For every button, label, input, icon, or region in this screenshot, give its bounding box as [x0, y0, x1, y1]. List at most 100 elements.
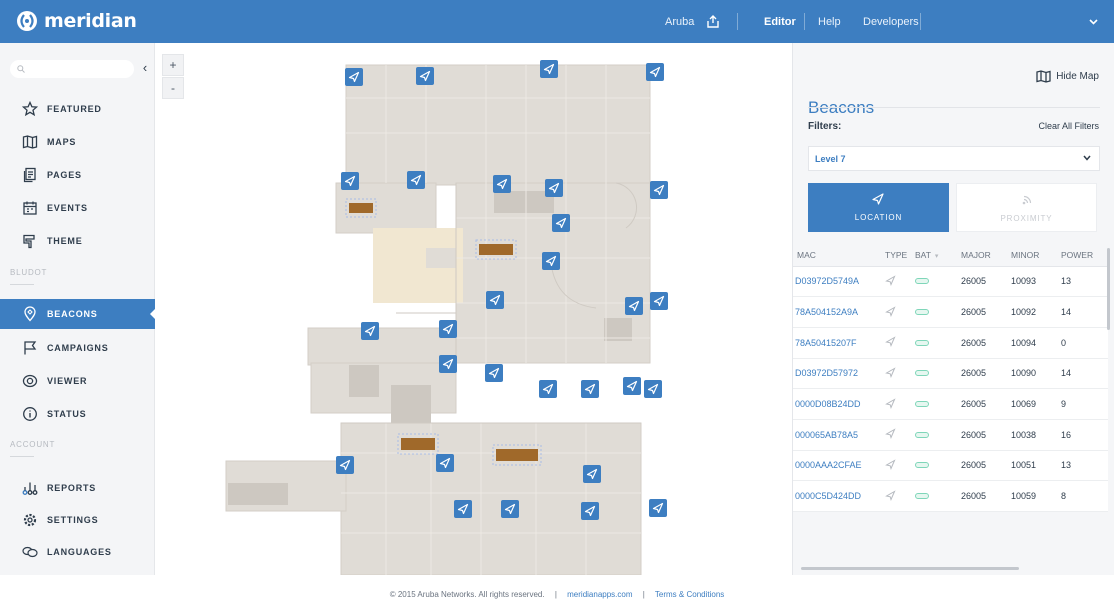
column-header-type[interactable]: TYPE — [881, 245, 911, 267]
cell-mac[interactable]: 78A504152A9A — [793, 296, 881, 328]
collapse-sidebar-button[interactable]: ‹ — [139, 59, 151, 77]
beacon-marker[interactable] — [552, 214, 570, 232]
beacon-marker[interactable] — [650, 292, 668, 310]
beacon-marker[interactable] — [545, 179, 563, 197]
cell-bat — [911, 358, 957, 390]
sidebar-item-pages[interactable]: PAGES — [0, 160, 155, 190]
beacon-marker[interactable] — [540, 60, 558, 78]
cell-mac[interactable]: 000065AB78A5 — [793, 419, 881, 451]
cell-minor: 10093 — [1007, 266, 1057, 298]
beacon-marker[interactable] — [436, 454, 454, 472]
table-row[interactable]: 78A504152A9A 26005 10092 14 — [793, 296, 1108, 328]
sidebar-item-languages[interactable]: LANGUAGES — [0, 537, 155, 567]
beacon-marker[interactable] — [416, 67, 434, 85]
terms-link[interactable]: Terms & Conditions — [655, 590, 724, 599]
sidebar-item-beacons[interactable]: BEACONS — [0, 299, 156, 329]
beacon-marker[interactable] — [439, 355, 457, 373]
column-header-major[interactable]: MAJOR — [957, 245, 1007, 267]
table-row[interactable]: D03972D5749A 26005 10093 13 — [793, 266, 1108, 298]
level-select[interactable]: Level 7 — [808, 146, 1100, 171]
cell-major: 26005 — [957, 358, 1007, 390]
beacon-marker[interactable] — [341, 172, 359, 190]
sidebar-item-label: THEME — [47, 236, 83, 246]
location-toggle[interactable]: LOCATION — [808, 183, 949, 232]
beacon-marker[interactable] — [649, 499, 667, 517]
beacon-marker[interactable] — [644, 380, 662, 398]
logo[interactable]: meridian — [16, 10, 137, 32]
cell-power: 14 — [1057, 296, 1108, 328]
beacon-marker[interactable] — [361, 322, 379, 340]
column-header-power[interactable]: POWER — [1057, 245, 1108, 267]
cell-major: 26005 — [957, 327, 1007, 359]
cell-mac[interactable]: D03972D57972 — [793, 358, 881, 390]
panel-title: Beacons — [808, 98, 875, 117]
sidebar-item-label: REPORTS — [47, 483, 97, 493]
table-row[interactable]: 0000AAA2CFAE 26005 10051 13 — [793, 450, 1108, 482]
chevron-down-icon[interactable] — [1089, 0, 1098, 43]
beacon-marker[interactable] — [439, 320, 457, 338]
hide-map-button[interactable]: Hide Map — [1036, 70, 1099, 83]
column-header-mac[interactable]: MAC — [793, 245, 881, 267]
cell-mac[interactable]: 0000D08B24DD — [793, 388, 881, 420]
column-header-bat[interactable]: BAT ▾ — [911, 245, 957, 267]
sidebar-item-viewer[interactable]: VIEWER — [0, 366, 155, 396]
vertical-scrollbar[interactable] — [1107, 248, 1110, 330]
sidebar-item-label: EVENTS — [47, 203, 88, 213]
cell-mac[interactable]: 0000C5D424DD — [793, 480, 881, 512]
sidebar-item-reports[interactable]: REPORTS — [0, 473, 155, 503]
cell-type — [881, 266, 911, 298]
sidebar-item-settings[interactable]: SETTINGS — [0, 505, 155, 535]
beacon-marker[interactable] — [581, 502, 599, 520]
beacon-marker[interactable] — [501, 500, 519, 518]
beacon-marker[interactable] — [485, 364, 503, 382]
nav-developers[interactable]: Developers — [863, 16, 919, 28]
horizontal-scrollbar[interactable] — [801, 567, 1019, 570]
beacon-marker[interactable] — [583, 465, 601, 483]
beacon-marker[interactable] — [454, 500, 472, 518]
table-row[interactable]: 0000D08B24DD 26005 10069 9 — [793, 388, 1108, 420]
sidebar-item-maps[interactable]: MAPS — [0, 127, 155, 157]
beacon-marker[interactable] — [581, 380, 599, 398]
cell-bat — [911, 419, 957, 451]
cell-mac[interactable]: 0000AAA2CFAE — [793, 450, 881, 482]
clear-filters-link[interactable]: Clear All Filters — [1038, 121, 1099, 131]
beacon-marker[interactable] — [486, 291, 504, 309]
beacon-marker[interactable] — [539, 380, 557, 398]
beacon-marker[interactable] — [623, 377, 641, 395]
column-header-minor[interactable]: MINOR — [1007, 245, 1057, 267]
beacon-marker[interactable] — [650, 181, 668, 199]
table-row[interactable]: 0000C5D424DD 26005 10059 8 — [793, 480, 1108, 512]
nav-aruba[interactable]: Aruba — [665, 16, 694, 28]
sidebar-item-theme[interactable]: THEME — [0, 226, 155, 256]
map-canvas[interactable]: + - — [156, 43, 792, 575]
beacon-marker[interactable] — [625, 297, 643, 315]
beacon-marker[interactable] — [407, 171, 425, 189]
beacon-marker[interactable] — [493, 175, 511, 193]
cell-type — [881, 296, 911, 328]
share-icon[interactable] — [707, 0, 719, 43]
table-row[interactable]: D03972D57972 26005 10090 14 — [793, 358, 1108, 390]
cell-major: 26005 — [957, 419, 1007, 451]
table-row[interactable]: 000065AB78A5 26005 10038 16 — [793, 419, 1108, 451]
search-box[interactable] — [10, 60, 134, 78]
cell-bat — [911, 388, 957, 420]
nav-help[interactable]: Help — [818, 16, 841, 28]
sidebar-item-featured[interactable]: FEATURED — [0, 94, 155, 124]
beacon-marker[interactable] — [542, 252, 560, 270]
table-row[interactable]: 78A50415207F 26005 10094 0 — [793, 327, 1108, 359]
beacon-marker[interactable] — [345, 68, 363, 86]
proximity-toggle[interactable]: PROXIMITY — [956, 183, 1097, 232]
sidebar-item-status[interactable]: STATUS — [0, 399, 155, 429]
sidebar-item-events[interactable]: EVENTS — [0, 193, 155, 223]
cell-mac[interactable]: D03972D5749A — [793, 266, 881, 298]
nav-editor[interactable]: Editor — [764, 16, 796, 28]
cell-mac[interactable]: 78A50415207F — [793, 327, 881, 359]
beacon-marker[interactable] — [646, 63, 664, 81]
cell-type — [881, 388, 911, 420]
beacon-marker[interactable] — [336, 456, 354, 474]
sidebar-item-campaigns[interactable]: CAMPAIGNS — [0, 333, 155, 363]
meridianapps-link[interactable]: meridianapps.com — [567, 590, 632, 599]
battery-icon — [915, 493, 929, 500]
search-input[interactable] — [28, 62, 128, 76]
sidebar-item-label: CAMPAIGNS — [47, 343, 109, 353]
